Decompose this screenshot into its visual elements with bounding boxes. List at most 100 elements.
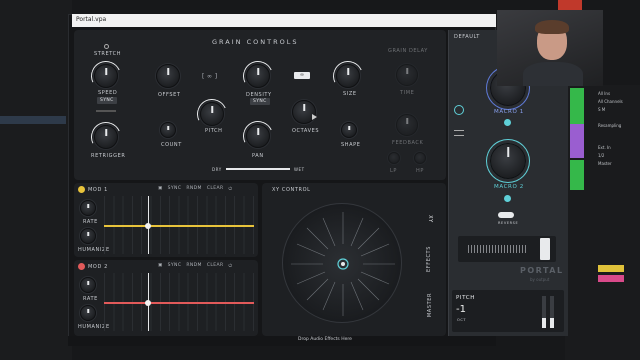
mod2-graph[interactable] [104, 273, 254, 331]
daw-track-label: S M [598, 107, 606, 112]
mod2-shape-icon[interactable]: ▣ [158, 263, 163, 269]
macro2-label: MACRO 2 [494, 184, 524, 190]
mod2-node[interactable] [145, 300, 151, 306]
shape-label: SHAPE [341, 142, 361, 148]
mod2-curve [104, 302, 254, 304]
grain-controls-title: GRAIN CONTROLS [212, 38, 299, 46]
daw-clip-pink[interactable] [598, 275, 624, 282]
drop-zone[interactable]: Drop Audio Effects Here [68, 336, 496, 346]
hp-knob[interactable] [414, 152, 426, 164]
daw-track-label: Ext. In [598, 145, 611, 150]
dry-label: DRY [212, 167, 222, 172]
xy-pad-field [291, 212, 395, 316]
mod1-title: MOD 1 [88, 187, 108, 193]
mod2-rate-label: RATE [83, 296, 98, 302]
link-button[interactable]: [ ∞ ] [202, 73, 218, 80]
mod2-clear-button[interactable]: CLEAR [207, 263, 224, 269]
pitch-label: PITCH [205, 128, 223, 134]
mod2-color-dot [78, 263, 85, 270]
speed-knob[interactable] [86, 56, 126, 96]
mod1-rndm-button[interactable]: RNDM [186, 186, 201, 192]
reverse-toggle[interactable] [498, 212, 514, 218]
lp-knob[interactable] [388, 152, 400, 164]
daw-clip-purple[interactable] [570, 124, 584, 158]
retrigger-label: RETRIGGER [91, 153, 126, 159]
mod2-power-icon[interactable]: ⏻ [229, 263, 233, 269]
tab-master[interactable]: MASTER [427, 293, 433, 317]
mod1-curve [104, 225, 254, 227]
macro2-dot[interactable] [504, 195, 511, 202]
daw-clip-yellow[interactable] [598, 265, 624, 272]
octaves-play-icon[interactable] [312, 114, 317, 120]
mod2-humanize-knob[interactable] [80, 305, 96, 321]
webcam-overlay [497, 10, 603, 86]
density-sync-button[interactable]: SYNC [250, 98, 270, 105]
daw-track-sub: All Channels [598, 99, 623, 104]
daw-left-panel [0, 0, 72, 360]
pan-label: PAN [252, 153, 264, 159]
mod1-clear-button[interactable]: CLEAR [207, 186, 224, 192]
macro1-dot[interactable] [504, 119, 511, 126]
portal-brand: PORTAL [520, 266, 564, 275]
mod1-node[interactable] [145, 223, 151, 229]
grain-visual[interactable] [458, 236, 556, 262]
grain-visual-handle[interactable] [540, 238, 550, 260]
preset-name[interactable]: DEFAULT [454, 34, 480, 40]
tab-xy[interactable]: XY [427, 215, 433, 223]
mod2-rate-knob[interactable] [80, 277, 96, 293]
pitch-meter-left [542, 296, 546, 328]
grain-delay-label: GRAIN DELAY [388, 48, 428, 54]
hp-label: HP [416, 168, 424, 174]
daw-track-labels: All Ins All Channels S M Resampling Ext.… [598, 90, 638, 200]
pan-knob[interactable] [238, 116, 278, 156]
offset-knob[interactable] [156, 64, 180, 88]
speed-slider[interactable] [96, 110, 116, 112]
preset-arrow-icon[interactable] [454, 105, 464, 115]
count-knob[interactable] [160, 122, 176, 138]
pitch-knob[interactable] [192, 94, 232, 134]
window-titlebar[interactable]: Portal.vpa [72, 14, 496, 27]
dry-wet-slider[interactable] [226, 168, 290, 170]
mod1-shape-icon[interactable]: ▣ [158, 186, 163, 192]
octave-toggle[interactable]: ∞ [294, 72, 310, 79]
daw-track-label: Master [598, 161, 612, 166]
mod1-rate-knob[interactable] [80, 200, 96, 216]
speed-sync-button[interactable]: SYNC [97, 97, 117, 104]
stretch-indicator[interactable] [104, 44, 109, 49]
macro1-label: MACRO 1 [494, 109, 524, 115]
speed-label: SPEED [98, 90, 118, 96]
xy-title: XY CONTROL [272, 187, 311, 193]
feedback-knob[interactable] [396, 114, 418, 136]
mod2-toolbar: ▣ SYNC RNDM CLEAR ⏻ [158, 263, 233, 269]
settings-sliders-icon[interactable] [454, 130, 464, 136]
grain-visual-particles [468, 245, 528, 253]
mod1-humanize-knob[interactable] [80, 228, 96, 244]
mod1-rate-label: RATE [83, 219, 98, 225]
daw-clip-green-2[interactable] [570, 160, 584, 190]
side-tabs: XY EFFECTS MASTER [426, 190, 440, 334]
xy-pad[interactable] [282, 203, 402, 323]
grain-delay-section: GRAIN DELAY TIME FEEDBACK LP HP [378, 42, 440, 176]
pitch-display-value[interactable]: -1 [456, 304, 466, 315]
mod1-graph[interactable] [104, 196, 254, 254]
mod2-rndm-button[interactable]: RNDM [186, 263, 201, 269]
mod1-power-icon[interactable]: ⏻ [229, 186, 233, 192]
mod1-sync-button[interactable]: SYNC [168, 186, 182, 192]
size-label: SIZE [343, 91, 357, 97]
pitch-display-unit: OCT [457, 318, 467, 322]
macro2-knob[interactable] [490, 143, 526, 179]
retrigger-knob[interactable] [86, 117, 126, 157]
webcam-hair [535, 20, 569, 34]
shape-knob[interactable] [341, 122, 357, 138]
mod2-sync-button[interactable]: SYNC [168, 263, 182, 269]
count-label: COUNT [161, 142, 182, 148]
density-knob[interactable] [238, 56, 278, 96]
window-title: Portal.vpa [76, 16, 107, 23]
time-knob[interactable] [396, 64, 418, 86]
drop-zone-label: Drop Audio Effects Here [298, 337, 352, 342]
pitch-display-label: PITCH [456, 295, 475, 301]
tab-effects[interactable]: EFFECTS [426, 246, 432, 272]
daw-left-selection[interactable] [0, 116, 66, 124]
octaves-knob[interactable] [292, 100, 316, 124]
size-knob[interactable] [328, 56, 368, 96]
